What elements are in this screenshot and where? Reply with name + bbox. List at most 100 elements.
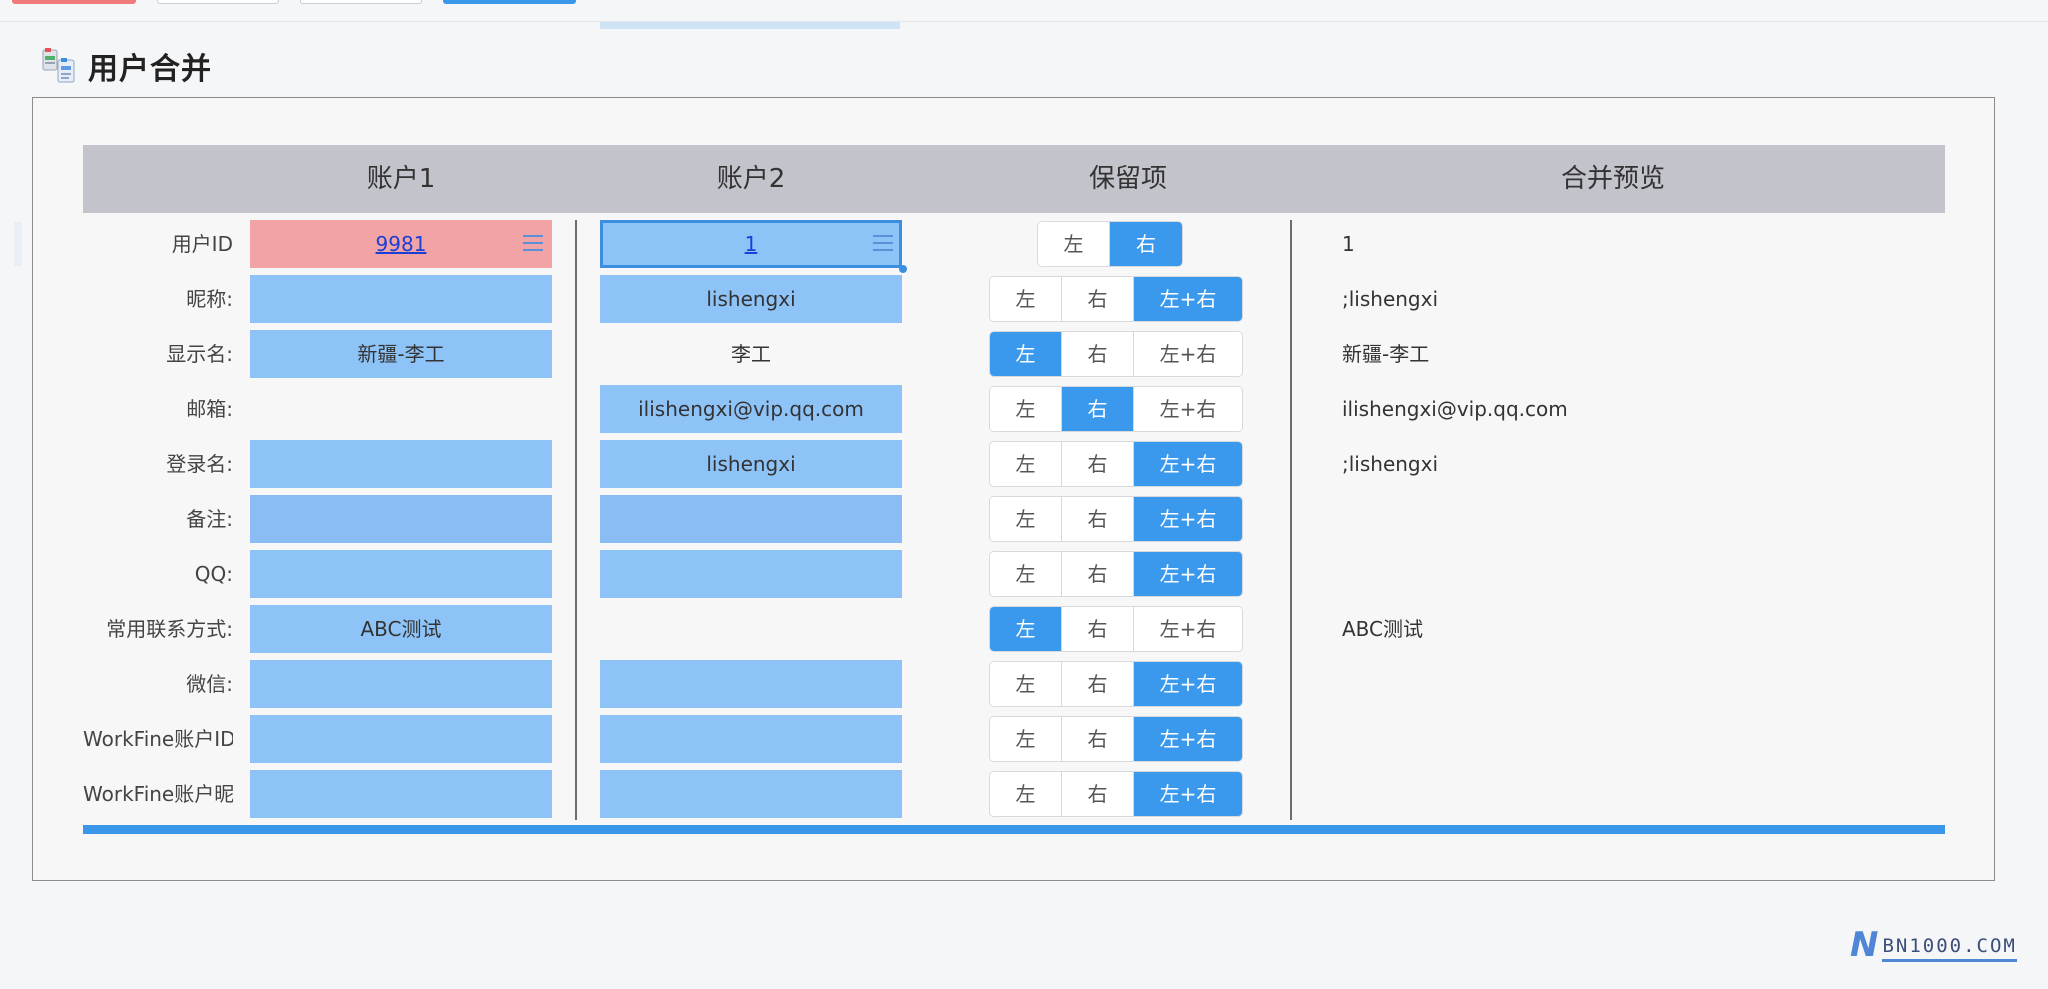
merge-preview-value: 新疆-李工 (1342, 342, 1430, 366)
account2-value[interactable]: lishengxi (600, 275, 902, 323)
keep-option-left[interactable]: 左 (990, 497, 1062, 541)
keep-option-left[interactable]: 左 (990, 277, 1062, 321)
keep-option-both[interactable]: 左+右 (1134, 387, 1242, 431)
header-keep: 保留项 (1088, 164, 1167, 194)
keep-option-both[interactable]: 左+右 (1134, 552, 1242, 596)
account2-value[interactable]: 李工 (600, 330, 902, 378)
keep-option-left[interactable]: 左 (990, 552, 1062, 596)
keep-selector: 左右左+右 (989, 551, 1243, 597)
merge-preview-value: ;lishengxi (1342, 452, 1439, 476)
account2-value[interactable] (600, 660, 902, 708)
keep-option-right[interactable]: 右 (1062, 497, 1134, 541)
table-bottom-bar (83, 825, 1945, 834)
keep-option-both[interactable]: 左+右 (1134, 497, 1242, 541)
keep-option-both[interactable]: 左+右 (1134, 332, 1242, 376)
toolbar-button-1[interactable] (157, 0, 279, 4)
watermark-logo: N BN1000.COM (1850, 928, 2017, 962)
account2-text: ilishengxi@vip.qq.com (638, 397, 864, 421)
active-tab-indicator (600, 22, 900, 29)
keep-option-right[interactable]: 右 (1062, 717, 1134, 761)
toolbar-button-2[interactable] (300, 0, 422, 4)
keep-option-left[interactable]: 左 (990, 607, 1062, 651)
keep-option-right[interactable]: 右 (1062, 552, 1134, 596)
keep-option-both[interactable]: 左+右 (1134, 662, 1242, 706)
field-label: 显示名: (166, 342, 233, 366)
keep-option-both[interactable]: 左+右 (1134, 717, 1242, 761)
account1-value[interactable]: 新疆-李工 (250, 330, 552, 378)
watermark-letter: N (1850, 925, 1879, 965)
account1-text: ABC测试 (360, 617, 442, 641)
account1-value[interactable] (250, 385, 552, 433)
account1-menu-icon[interactable] (522, 232, 544, 254)
keep-option-left[interactable]: 左 (990, 662, 1062, 706)
keep-option-left[interactable]: 左 (990, 772, 1062, 816)
account1-value[interactable] (250, 440, 552, 488)
account1-value[interactable] (250, 770, 552, 818)
keep-selector: 左右左+右 (989, 441, 1243, 487)
toolbar-button-danger[interactable] (12, 0, 136, 4)
keep-option-right[interactable]: 右 (1062, 277, 1134, 321)
watermark-text: BN1000.COM (1882, 935, 2017, 962)
merge-preview-value: 1 (1342, 232, 1355, 256)
keep-option-left[interactable]: 左 (990, 387, 1062, 431)
keep-option-both[interactable]: 左+右 (1134, 607, 1242, 651)
account2-value[interactable]: lishengxi (600, 440, 902, 488)
keep-selector: 左右 (1037, 221, 1183, 267)
account1-value[interactable] (250, 715, 552, 763)
field-label: WorkFine账户ID: (83, 727, 233, 751)
page-header: 用户合并 (40, 44, 212, 88)
account1-text: 新疆-李工 (357, 342, 445, 366)
keep-selector: 左右左+右 (989, 386, 1243, 432)
account2-value[interactable] (600, 715, 902, 763)
account1-value[interactable]: ABC测试 (250, 605, 552, 653)
account1-value[interactable]: 9981 (250, 220, 552, 268)
column-divider (1290, 220, 1292, 820)
merge-panel: 账户1 账户2 保留项 合并预览 用户ID 9981 1 左右 1 昵称: lishengx… (32, 97, 1995, 881)
account2-value[interactable] (600, 495, 902, 543)
field-label: 备注: (186, 507, 233, 531)
keep-selector: 左右左+右 (989, 606, 1243, 652)
keep-option-left[interactable]: 左 (990, 332, 1062, 376)
keep-option-both[interactable]: 左+右 (1134, 442, 1242, 486)
keep-option-right[interactable]: 右 (1062, 442, 1134, 486)
keep-selector: 左右左+右 (989, 661, 1243, 707)
keep-option-right[interactable]: 右 (1062, 607, 1134, 651)
account1-value[interactable] (250, 660, 552, 708)
keep-option-right[interactable]: 右 (1062, 662, 1134, 706)
merge-preview-value: ;lishengxi (1342, 287, 1439, 311)
keep-option-right[interactable]: 右 (1110, 222, 1182, 266)
account1-id-link[interactable]: 9981 (376, 232, 427, 256)
keep-option-right[interactable]: 右 (1062, 332, 1134, 376)
field-label: 微信: (186, 672, 233, 696)
keep-option-right[interactable]: 右 (1062, 772, 1134, 816)
keep-option-left[interactable]: 左 (990, 717, 1062, 761)
side-marker (14, 222, 22, 266)
account2-value[interactable] (600, 605, 902, 653)
account1-value[interactable] (250, 495, 552, 543)
header-preview: 合并预览 (1560, 164, 1665, 194)
account2-value[interactable] (600, 770, 902, 818)
account2-value[interactable]: 1 (600, 220, 907, 273)
field-label: 登录名: (166, 452, 233, 476)
selection-handle[interactable] (899, 265, 907, 273)
merge-users-icon (40, 46, 80, 86)
field-label: 用户ID (171, 232, 233, 256)
keep-option-right[interactable]: 右 (1062, 387, 1134, 431)
account2-text: lishengxi (706, 452, 796, 476)
keep-option-left[interactable]: 左 (1038, 222, 1110, 266)
keep-option-both[interactable]: 左+右 (1134, 772, 1242, 816)
field-label: 邮箱: (186, 397, 233, 421)
account1-value[interactable] (250, 275, 552, 323)
account2-menu-icon[interactable] (872, 232, 894, 254)
toolbar-button-primary[interactable] (443, 0, 576, 4)
field-label: 昵称: (186, 287, 233, 311)
keep-selector: 左右左+右 (989, 331, 1243, 377)
account2-id-link[interactable]: 1 (745, 232, 758, 256)
account2-text: 李工 (731, 342, 771, 366)
account2-value[interactable]: ilishengxi@vip.qq.com (600, 385, 902, 433)
account2-value[interactable] (600, 550, 902, 598)
keep-option-both[interactable]: 左+右 (1134, 277, 1242, 321)
account1-value[interactable] (250, 550, 552, 598)
keep-selector: 左右左+右 (989, 276, 1243, 322)
keep-option-left[interactable]: 左 (990, 442, 1062, 486)
